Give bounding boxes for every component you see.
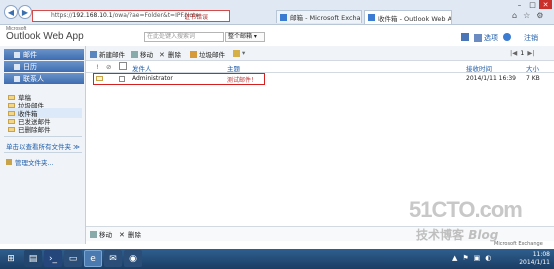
tab-label: 收件箱 - Outlook Web Ap... bbox=[378, 14, 452, 23]
watermark-51cto: 51CTO.com bbox=[409, 197, 523, 222]
start-windows-icon[interactable]: ⊞ bbox=[2, 250, 20, 267]
watermark-exchange: Microsoft Exchange bbox=[494, 241, 543, 247]
folder-icon bbox=[8, 102, 15, 108]
attachment-column-icon[interactable]: ⊘ bbox=[106, 63, 111, 71]
exchange-icon bbox=[280, 13, 287, 21]
chevron-down-icon: ▾ bbox=[242, 49, 246, 57]
column-subject[interactable]: 主题 bbox=[227, 63, 240, 73]
contacts-icon bbox=[14, 75, 20, 82]
tab-inbox[interactable]: 收件箱 - Outlook Web Ap... × bbox=[364, 10, 452, 24]
settings-gear-icon[interactable]: ⚙ bbox=[536, 11, 543, 20]
move-icon bbox=[131, 50, 138, 58]
nav-divider bbox=[4, 136, 82, 137]
window-controls: – □ ✕ bbox=[513, 0, 552, 9]
powershell-icon[interactable]: ›_ bbox=[44, 250, 62, 267]
move-icon bbox=[90, 230, 97, 238]
favorites-star-icon[interactable]: ☆ bbox=[523, 11, 530, 20]
tray-up-arrow-icon[interactable]: ▲ bbox=[452, 254, 457, 262]
view-all-folders-link[interactable]: 单击以查看所有文件夹 ≫ bbox=[6, 141, 80, 151]
tray-network-icon[interactable]: ▣ bbox=[474, 254, 481, 262]
folder-icon bbox=[8, 118, 15, 124]
tray-volume-icon[interactable]: ◐ bbox=[485, 254, 491, 262]
delete-button[interactable]: ✕ 删除 bbox=[159, 49, 181, 60]
address-bar[interactable]: https://192.168.10.1/owa/?ae=Folder&t=IP… bbox=[32, 10, 230, 22]
search-scope-value: 整个邮箱 bbox=[228, 33, 253, 40]
folder-icon bbox=[8, 94, 15, 100]
tray-flag-icon[interactable]: ⚑ bbox=[462, 254, 468, 262]
maximize-icon[interactable]: □ bbox=[526, 0, 539, 9]
folder-icon bbox=[8, 126, 15, 132]
message-received: 2014/1/11 16:39 bbox=[466, 75, 516, 82]
system-tray: ▲ ⚑ ▣ ◐ bbox=[452, 254, 491, 262]
tab-label: 邮箱 - Microsoft Exchange bbox=[290, 14, 361, 22]
address-url: https://192.168.10.1/owa/?ae=Folder&t=IP… bbox=[51, 12, 200, 19]
tab-exchange[interactable]: 邮箱 - Microsoft Exchange bbox=[276, 10, 362, 23]
move-button[interactable]: 移动 bbox=[131, 49, 153, 59]
junk-icon bbox=[190, 50, 197, 58]
watermark-blog: 技术博客 Blog bbox=[416, 228, 499, 242]
first-page-icon[interactable]: |◀ bbox=[510, 49, 517, 57]
mail-icon bbox=[14, 51, 20, 58]
outlook-icon bbox=[368, 14, 375, 21]
clock-time: 11:08 bbox=[532, 251, 550, 258]
owa-logo: Outlook Web App bbox=[6, 31, 84, 42]
browser-tools: ⌂ ☆ ⚙ bbox=[512, 11, 543, 20]
toolbar-more[interactable]: ▾ bbox=[233, 49, 245, 57]
nav-contacts[interactable]: 联系人 bbox=[4, 73, 84, 84]
bottom-delete-button[interactable]: ✕ 删除 bbox=[119, 229, 141, 240]
address-book-icon[interactable] bbox=[461, 33, 471, 41]
select-all-checkbox[interactable] bbox=[119, 62, 127, 70]
search-input[interactable]: 在此处键入搜索词 bbox=[144, 32, 224, 42]
column-from[interactable]: 发件人 bbox=[132, 63, 152, 73]
new-mail-button[interactable]: 新建邮件 bbox=[90, 49, 125, 59]
pagination[interactable]: |◀ 1 ▶| bbox=[510, 49, 535, 57]
internet-explorer-icon[interactable]: e bbox=[84, 250, 102, 267]
importance-column-icon[interactable]: ! bbox=[96, 63, 99, 71]
taskbar-clock[interactable]: 11:08 2014/1/11 bbox=[519, 251, 550, 267]
nav-divider bbox=[4, 152, 82, 153]
last-page-icon[interactable]: ▶| bbox=[527, 49, 534, 57]
signout-link[interactable]: 注销 bbox=[524, 33, 538, 43]
column-size[interactable]: 大小 bbox=[526, 63, 539, 73]
junk-button[interactable]: 垃圾邮件 bbox=[190, 49, 225, 59]
back-button[interactable]: ◀ bbox=[4, 5, 18, 19]
message-subject: 测试邮件！ bbox=[227, 77, 258, 84]
column-received[interactable]: 接收时间 bbox=[466, 63, 492, 73]
close-window-icon[interactable]: ✕ bbox=[539, 0, 552, 9]
calendar-icon bbox=[14, 63, 20, 70]
minimize-icon[interactable]: – bbox=[513, 0, 526, 9]
file-explorer-icon[interactable]: ▭ bbox=[64, 250, 82, 267]
manage-folders-link[interactable]: 管理文件夹... bbox=[6, 157, 54, 167]
server-manager-icon[interactable]: ▤ bbox=[24, 250, 42, 267]
taskbar-app-icon[interactable]: ◉ bbox=[124, 250, 142, 267]
row-checkbox[interactable] bbox=[119, 76, 125, 82]
bottom-move-button[interactable]: 移动 bbox=[90, 229, 112, 239]
new-mail-icon bbox=[90, 50, 97, 58]
options-link[interactable]: 选项 bbox=[474, 33, 498, 43]
message-from: Administrator bbox=[132, 75, 173, 82]
envelope-icon bbox=[96, 76, 103, 81]
folder-deleted[interactable]: 已删除邮件 bbox=[8, 124, 51, 134]
clock-date: 2014/1/11 bbox=[519, 259, 550, 266]
page-number: 1 bbox=[520, 49, 525, 57]
forward-button[interactable]: ▶ bbox=[18, 5, 32, 19]
help-icon[interactable] bbox=[503, 33, 513, 41]
delete-x-icon: ✕ bbox=[119, 230, 125, 239]
delete-x-icon: ✕ bbox=[159, 50, 165, 59]
manage-folders-icon bbox=[6, 159, 12, 165]
exchange-management-icon[interactable]: ✉ bbox=[104, 250, 122, 267]
flag-icon bbox=[233, 49, 240, 57]
home-icon[interactable]: ⌂ bbox=[512, 11, 517, 20]
search-scope-select[interactable]: 整个邮箱 ▾ bbox=[225, 32, 265, 42]
message-toolbar bbox=[86, 46, 554, 61]
certificate-error-label[interactable]: 证书错误 bbox=[184, 12, 208, 21]
folder-icon bbox=[8, 110, 15, 116]
options-icon bbox=[474, 34, 482, 42]
nav-calendar[interactable]: 日历 bbox=[4, 61, 84, 72]
nav-mail[interactable]: 邮件 bbox=[4, 49, 84, 60]
message-size: 7 KB bbox=[526, 75, 540, 82]
